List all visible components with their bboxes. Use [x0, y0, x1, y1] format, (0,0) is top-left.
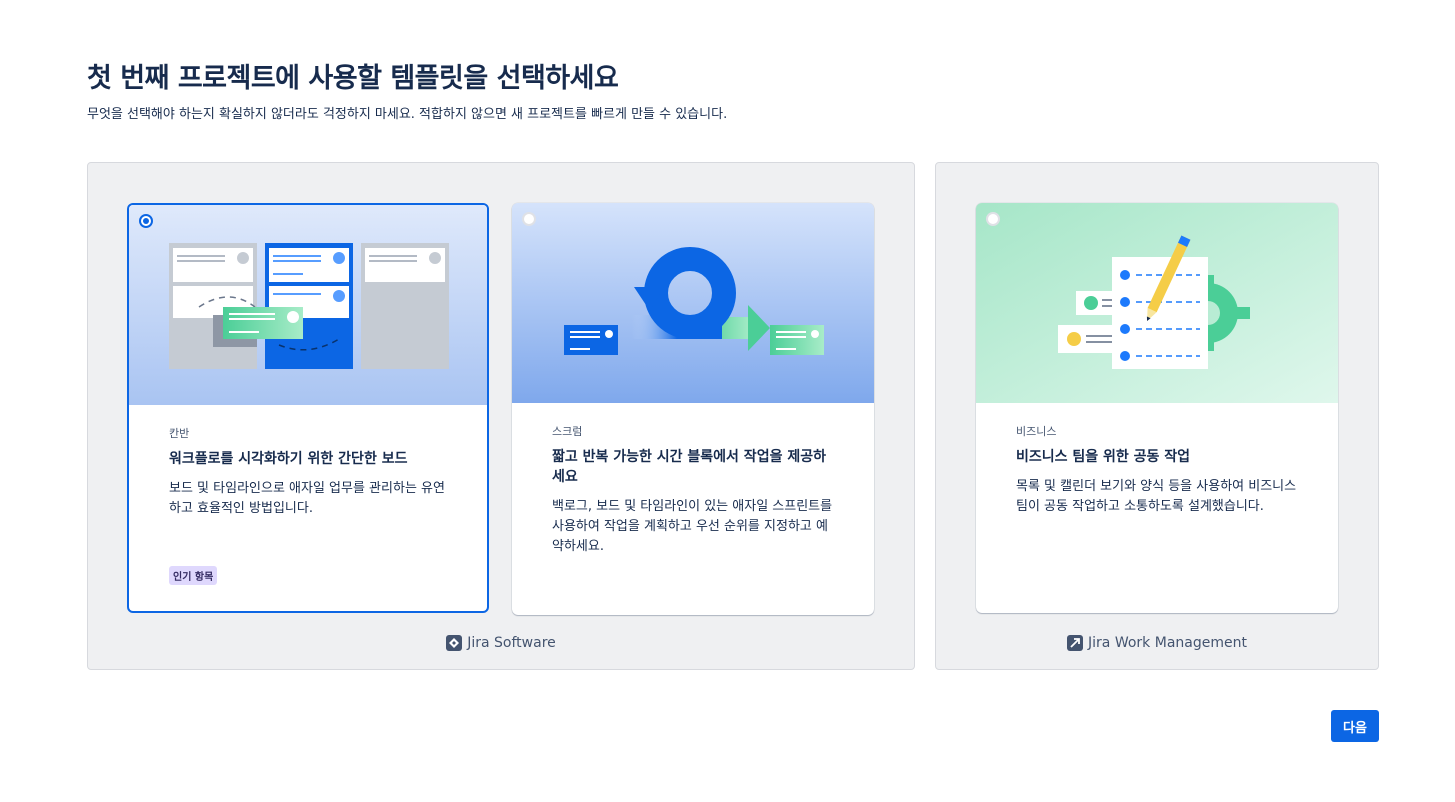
- jira-software-group: 칸반 워크플로를 시각화하기 위한 간단한 보드 보드 및 타임라인으로 애자일…: [87, 162, 915, 670]
- kanban-description: 보드 및 타임라인으로 애자일 업무를 관리하는 유연하고 효율적인 방법입니다…: [169, 481, 445, 516]
- kanban-title: 워크플로를 시각화하기 위한 간단한 보드: [169, 451, 408, 467]
- kanban-template-card[interactable]: 칸반 워크플로를 시각화하기 위한 간단한 보드 보드 및 타임라인으로 애자일…: [127, 203, 489, 613]
- jira-work-management-name: Jira Work Management: [1088, 635, 1247, 651]
- scrum-template-card[interactable]: 스크럼 짧고 반복 가능한 시간 블록에서 작업을 제공하세요 백로그, 보드 …: [512, 203, 874, 615]
- scrum-radio[interactable]: [522, 212, 536, 226]
- jira-software-name: Jira Software: [467, 635, 556, 651]
- jira-software-label: Jira Software: [88, 635, 914, 651]
- business-radio[interactable]: [986, 212, 1000, 226]
- business-description: 목록 및 캘린더 보기와 양식 등을 사용하여 비즈니스 팀이 공동 작업하고 …: [1016, 479, 1297, 514]
- jira-work-management-icon: [1067, 635, 1084, 651]
- business-title: 비즈니스 팀을 위한 공동 작업: [1016, 449, 1191, 465]
- page-subtitle: 무엇을 선택해야 하는지 확실하지 않더라도 걱정하지 마세요. 적합하지 않으…: [87, 107, 728, 122]
- page-title: 첫 번째 프로젝트에 사용할 템플릿을 선택하세요: [87, 63, 619, 94]
- popular-badge: 인기 항목: [169, 566, 218, 585]
- jira-work-management-group: 비즈니스 비즈니스 팀을 위한 공동 작업 목록 및 캘린더 보기와 양식 등을…: [935, 162, 1379, 670]
- scrum-category: 스크럼: [552, 425, 583, 438]
- kanban-illustration: [129, 205, 487, 405]
- kanban-category: 칸반: [169, 427, 190, 440]
- scrum-title: 짧고 반복 가능한 시간 블록에서 작업을 제공하세요: [552, 449, 826, 485]
- business-template-card[interactable]: 비즈니스 비즈니스 팀을 위한 공동 작업 목록 및 캘린더 보기와 양식 등을…: [976, 203, 1338, 613]
- scrum-illustration: [512, 203, 874, 403]
- kanban-radio[interactable]: [139, 214, 153, 228]
- jira-work-management-label: Jira Work Management: [936, 635, 1378, 651]
- business-illustration: [976, 203, 1338, 403]
- business-category: 비즈니스: [1016, 425, 1057, 438]
- next-button[interactable]: 다음: [1331, 710, 1379, 742]
- jira-software-icon: [446, 635, 463, 651]
- scrum-description: 백로그, 보드 및 타임라인이 있는 애자일 스프린트를 사용하여 작업을 계획…: [552, 499, 833, 554]
